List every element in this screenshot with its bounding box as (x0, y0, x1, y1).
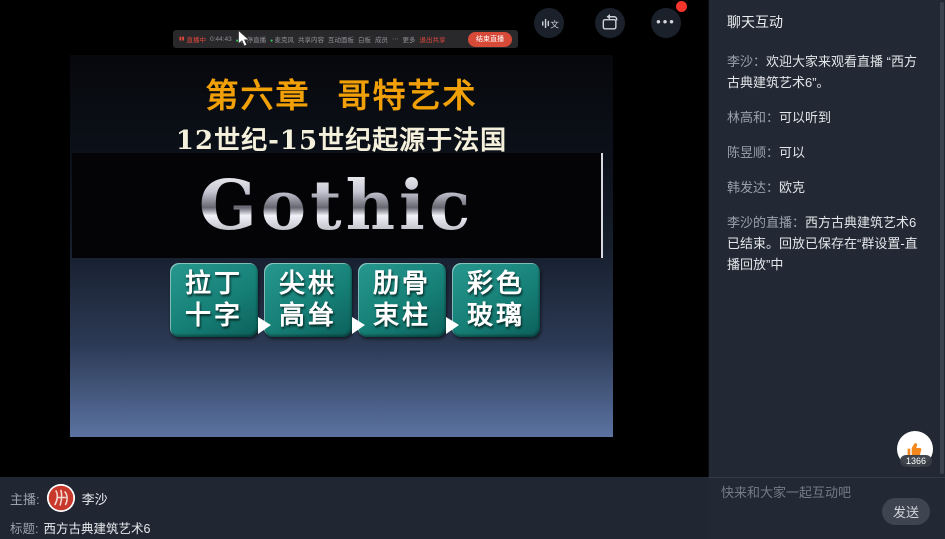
box-text: 拉丁 (185, 268, 243, 300)
end-live-pill: 结束直播 (468, 32, 512, 47)
toolbar-item: 成员 (375, 34, 388, 44)
host-info-bar: 主播: 李沙 标题: 西方古典建筑艺术6 (0, 477, 708, 539)
captured-broadcast-toolbar: 直播中 0:44:43 暂停直播 麦克风 共享内容 互动面板 白板 成员 ⋯ 更… (173, 30, 518, 48)
like-count-badge: 1366 (900, 455, 932, 467)
notification-dot (676, 1, 687, 12)
chat-message: 李沙：欢迎大家来观看直播 “西方古典建筑艺术6”。 (727, 51, 929, 93)
chat-input-bar: 发送 (708, 477, 945, 539)
box-text: 肋骨 (373, 268, 431, 300)
chat-sidebar: 聊天互动 李沙：欢迎大家来观看直播 “西方古典建筑艺术6”。 林高和：可以听到 … (708, 0, 945, 539)
toolbar-item: 麦克风 (270, 34, 294, 44)
chat-text: 欧克 (779, 180, 805, 195)
gothic-word: Gothic (199, 166, 475, 246)
svg-text:文: 文 (550, 18, 559, 30)
chat-text: 可以听到 (779, 110, 831, 125)
chat-message: 陈昱顺：可以 (727, 142, 929, 163)
captions-translate-icon: 文 (540, 14, 559, 33)
like-widget: 1366 (897, 431, 935, 471)
chat-input[interactable] (719, 484, 883, 501)
chat-sender: 李沙的直播： (727, 215, 805, 230)
feature-boxes: 拉丁 十字 尖栱 高耸 肋骨 束柱 彩色 玻璃 (170, 263, 540, 337)
host-name: 李沙 (82, 489, 108, 508)
feature-box-pointed-arch: 尖栱 高耸 (264, 263, 352, 337)
chat-sender: 陈昱顺： (727, 145, 779, 160)
chat-sender: 韩发达： (727, 180, 779, 195)
toolbar-item-exit-share: 退出共享 (420, 34, 446, 44)
box-text: 高耸 (279, 300, 337, 332)
toolbar-item: 白板 (358, 34, 371, 44)
toolbar-item: 互动面板 (328, 34, 354, 44)
host-avatar[interactable] (47, 484, 75, 512)
flow-arrow-icon (352, 317, 365, 334)
toolbar-item: 更多 (403, 34, 416, 44)
chat-message: 林高和：可以听到 (727, 107, 929, 128)
chat-scrollbar[interactable] (940, 2, 944, 474)
chat-message-list: 李沙：欢迎大家来观看直播 “西方古典建筑艺术6”。 林高和：可以听到 陈昱顺：可… (709, 32, 945, 275)
chat-message: 李沙的直播：西方古典建筑艺术6 已结束。回放已保存在“群设置-直播回放”中 (727, 212, 929, 275)
stream-title-value: 西方古典建筑艺术6 (43, 518, 150, 537)
box-text: 彩色 (467, 268, 525, 300)
box-text: 尖栱 (279, 268, 337, 300)
more-icon: ••• (656, 14, 676, 29)
feature-box-stained-glass: 彩色 玻璃 (452, 263, 540, 337)
box-text: 束柱 (373, 300, 431, 332)
toolbar-item: ⋯ (392, 35, 399, 43)
box-text: 十字 (185, 300, 243, 332)
feature-box-latin-cross: 拉丁 十字 (170, 263, 258, 337)
live-status-label: 直播中 (179, 34, 206, 44)
share-screen-icon (600, 13, 620, 33)
mouse-cursor (238, 30, 250, 47)
live-timer: 0:44:43 (210, 36, 232, 43)
captions-translate-button[interactable]: 文 (534, 8, 564, 38)
toolbar-item: 共享内容 (298, 34, 324, 44)
presentation-slide: 第六章 哥特艺术 12世纪-15世纪起源于法国 Gothic 拉丁 十字 尖栱 … (70, 55, 613, 437)
slide-chapter-title: 第六章 哥特艺术 (70, 69, 613, 117)
share-screen-button[interactable] (595, 8, 625, 38)
feature-box-rib-vault: 肋骨 束柱 (358, 263, 446, 337)
chat-message: 韩发达：欧克 (727, 177, 929, 198)
host-label: 主播: (10, 489, 40, 508)
chat-sender: 李沙： (727, 54, 766, 69)
chat-text: 可以 (779, 145, 805, 160)
chat-header: 聊天互动 (709, 0, 945, 32)
send-button[interactable]: 发送 (882, 498, 930, 525)
box-text: 玻璃 (467, 300, 525, 332)
flow-arrow-icon (258, 317, 271, 334)
gothic-title-image: Gothic (72, 153, 603, 258)
stream-title-label: 标题: (10, 518, 38, 537)
chat-sender: 林高和： (727, 110, 779, 125)
flow-arrow-icon (446, 317, 459, 334)
video-stage: 第六章 哥特艺术 12世纪-15世纪起源于法国 Gothic 拉丁 十字 尖栱 … (0, 0, 708, 477)
slide-subtitle: 12世纪-15世纪起源于法国 (70, 120, 613, 157)
seal-avatar-icon (47, 484, 75, 512)
more-options-button[interactable]: ••• (651, 8, 681, 38)
